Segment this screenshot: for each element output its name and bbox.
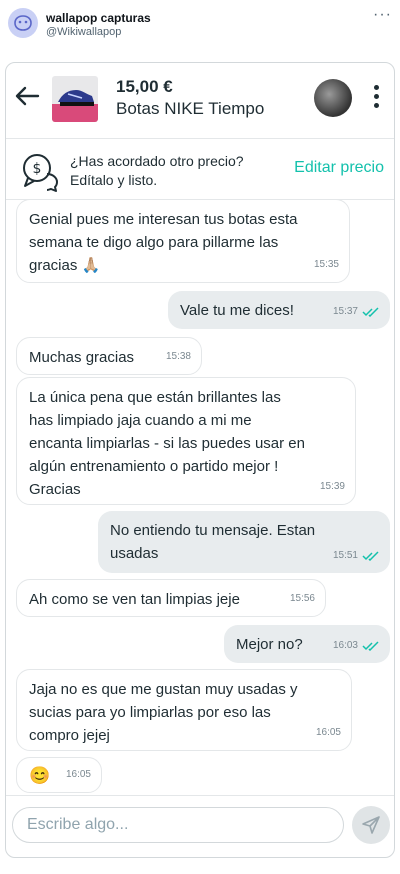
offer-prompt-line2: Edítalo y listo.: [70, 172, 158, 188]
post-header: wallapop capturas @Wikiwallapop ···: [0, 0, 400, 56]
chat-screenshot: 15,00 € Botas NIKE Tiempo $ ¿Has acordad…: [5, 62, 395, 858]
message-time: 15:37: [332, 306, 358, 317]
message-outgoing: Mejor no? 16:03: [224, 625, 390, 663]
author-handle[interactable]: @Wikiwallapop: [46, 26, 121, 38]
message-list: Genial pues me interesan tus botas esta …: [6, 199, 394, 793]
send-icon: [362, 816, 380, 834]
message-incoming: Genial pues me interesan tus botas esta …: [16, 199, 350, 283]
read-double-check-icon: [362, 640, 379, 651]
product-price: 15,00 €: [116, 77, 173, 96]
author-name[interactable]: wallapop capturas: [46, 11, 151, 25]
message-time: 16:05: [315, 727, 341, 738]
boot-icon: [52, 90, 98, 122]
message-text: La única pena que están brillantes las h…: [29, 389, 305, 498]
message-time: 16:03: [332, 640, 358, 651]
product-thumbnail[interactable]: [52, 76, 98, 122]
message-time: 15:39: [319, 481, 345, 492]
message-text: Genial pues me interesan tus botas esta …: [29, 211, 298, 274]
message-incoming: 😊 16:05: [16, 757, 102, 793]
ellipsis-icon[interactable]: ···: [373, 6, 392, 24]
account-avatar[interactable]: [8, 8, 38, 38]
read-double-check-icon: [362, 550, 379, 561]
more-options-icon[interactable]: [372, 85, 380, 111]
seller-avatar[interactable]: [314, 79, 352, 117]
edit-price-link[interactable]: Editar precio: [294, 159, 384, 177]
message-time: 15:56: [289, 593, 315, 604]
message-text: Jaja no es que me gustan muy usadas y su…: [29, 681, 298, 744]
back-arrow-icon[interactable]: [14, 83, 40, 109]
message-outgoing: Vale tu me dices! 15:37: [168, 291, 390, 329]
message-incoming: Muchas gracias 15:38: [16, 337, 202, 375]
message-input[interactable]: [12, 807, 344, 843]
message-time: 15:51: [332, 550, 358, 561]
message-incoming: Ah como se ven tan limpias jeje 15:56: [16, 579, 326, 617]
message-time: 16:05: [65, 769, 91, 780]
chat-header: 15,00 € Botas NIKE Tiempo: [6, 63, 394, 139]
svg-text:$: $: [33, 161, 42, 177]
wallapop-logo-icon: [14, 15, 32, 31]
offer-prompt: ¿Has acordado otro precio? Edítalo y lis…: [70, 152, 244, 190]
message-outgoing: No entiendo tu mensaje. Estan usadas 15:…: [98, 511, 390, 573]
message-incoming: Jaja no es que me gustan muy usadas y su…: [16, 669, 352, 751]
offer-bar: $ ¿Has acordado otro precio? Edítalo y l…: [6, 140, 394, 200]
send-button[interactable]: [352, 806, 390, 844]
product-title[interactable]: Botas NIKE Tiempo: [116, 99, 264, 119]
offer-prompt-line1: ¿Has acordado otro precio?: [70, 153, 244, 169]
message-time: 15:35: [313, 259, 339, 270]
message-time: 15:38: [165, 351, 191, 362]
message-incoming: La única pena que están brillantes las h…: [16, 377, 356, 505]
message-text: Ah como se ven tan limpias jeje: [29, 591, 240, 608]
message-composer: [6, 795, 394, 857]
read-double-check-icon: [362, 306, 379, 317]
price-chat-icon: $: [23, 154, 58, 192]
